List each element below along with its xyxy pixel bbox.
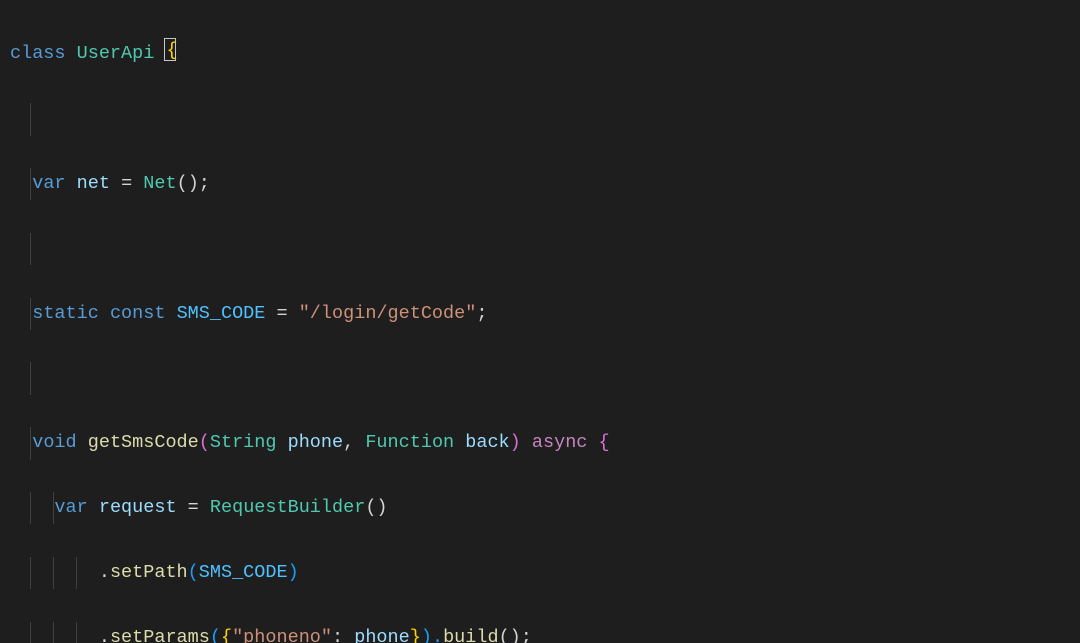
keyword-class: class [10, 43, 77, 64]
keyword-void: void [32, 432, 88, 453]
param-back: back [465, 432, 509, 453]
code-line[interactable] [10, 103, 1070, 135]
keyword-static: static [32, 303, 110, 324]
keyword-const: const [110, 303, 177, 324]
var-request: request [99, 497, 188, 518]
class-name: UserApi [77, 43, 166, 64]
method-getsmscode: getSmsCode [88, 432, 199, 453]
code-line[interactable]: var request = RequestBuilder() [10, 492, 1070, 524]
method-setparams: setParams [110, 627, 210, 643]
code-line[interactable]: static const SMS_CODE = "/login/getCode"… [10, 298, 1070, 330]
const-ref-smscode: SMS_CODE [199, 562, 288, 583]
method-setpath: setPath [110, 562, 188, 583]
keyword-var: var [32, 173, 76, 194]
keyword-async: async [532, 432, 599, 453]
type-string: String [210, 432, 288, 453]
param-phone: phone [288, 432, 344, 453]
code-line[interactable]: .setParams({"phoneno": phone}).build(); [10, 622, 1070, 643]
code-line[interactable]: void getSmsCode(String phone, Function b… [10, 427, 1070, 459]
string-literal: "/login/getCode" [299, 303, 477, 324]
type-function: Function [365, 432, 465, 453]
code-line[interactable]: class UserApi { [10, 38, 1070, 70]
field-net: net [77, 173, 121, 194]
code-line[interactable]: .setPath(SMS_CODE) [10, 557, 1070, 589]
type-requestbuilder: RequestBuilder [210, 497, 365, 518]
code-line[interactable] [10, 233, 1070, 265]
method-build: build [443, 627, 499, 643]
string-key: "phoneno" [232, 627, 332, 643]
const-smscode: SMS_CODE [177, 303, 277, 324]
code-line[interactable]: var net = Net(); [10, 168, 1070, 200]
code-editor[interactable]: class UserApi { var net = Net(); static … [0, 0, 1080, 643]
cursor-icon: { [164, 38, 176, 61]
type-net: Net [143, 173, 176, 194]
arg-phone: phone [354, 627, 410, 643]
code-line[interactable] [10, 362, 1070, 394]
keyword-var: var [54, 497, 98, 518]
